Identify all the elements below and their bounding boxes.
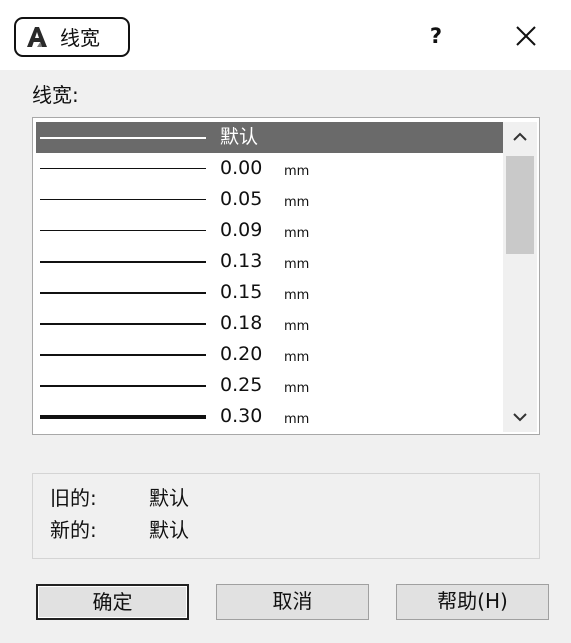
lineweight-item[interactable]: 0.15 mm (36, 277, 503, 308)
new-label: 新的: (50, 518, 97, 542)
lineweight-label: 线宽: (32, 83, 79, 107)
scroll-thumb[interactable] (506, 156, 534, 254)
lineweight-value: 0.05 (220, 188, 263, 210)
lineweight-unit: mm (284, 226, 310, 241)
lineweight-sample-line (40, 137, 206, 139)
lineweight-sample-line (40, 168, 206, 169)
lineweight-item[interactable]: 0.09 mm (36, 215, 503, 246)
lineweight-unit: mm (284, 350, 310, 365)
lineweight-sample-line (40, 323, 206, 325)
lineweight-value: 0.09 (220, 219, 263, 241)
new-value: 默认 (149, 518, 189, 542)
lineweight-item[interactable]: 0.25 mm (36, 370, 503, 401)
lineweight-unit: mm (284, 412, 310, 427)
old-label: 旧的: (50, 486, 97, 510)
lineweight-item[interactable]: 0.00 mm (36, 153, 503, 184)
lineweight-info-panel: 旧的: 默认 新的: 默认 (32, 473, 540, 559)
lineweight-value: 默认 (220, 126, 259, 148)
lineweight-item[interactable]: 0.05 mm (36, 184, 503, 215)
lineweight-unit: mm (284, 381, 310, 396)
vertical-scrollbar[interactable] (503, 122, 537, 432)
window-title: 线宽 (60, 26, 100, 50)
lineweight-item[interactable]: 0.18 mm (36, 308, 503, 339)
lineweight-value: 0.13 (220, 250, 263, 272)
lineweight-value: 0.15 (220, 281, 263, 303)
lineweight-value: 0.25 (220, 374, 263, 396)
lineweight-value: 0.18 (220, 312, 263, 334)
lineweight-item[interactable]: 0.30 mm (36, 401, 503, 432)
cancel-button[interactable]: 取消 (216, 584, 369, 620)
lineweight-value: 0.00 (220, 157, 263, 179)
lineweight-item[interactable]: 默认 (36, 122, 503, 153)
lineweight-sample-line (40, 230, 206, 231)
help-button[interactable]: 帮助(H) (396, 584, 549, 620)
autocad-a-icon (24, 24, 50, 50)
lineweight-sample-line (40, 292, 206, 294)
close-icon[interactable] (508, 18, 544, 54)
lineweight-sample-line (40, 261, 206, 263)
lineweight-sample-line (40, 354, 206, 356)
title-box: 线宽 (14, 17, 130, 57)
lineweight-sample-line (40, 199, 206, 200)
lineweight-item[interactable]: 0.20 mm (36, 339, 503, 370)
lineweight-value: 0.30 (220, 405, 263, 427)
lineweight-unit: mm (284, 319, 310, 334)
help-question-button[interactable]: ? (418, 20, 454, 52)
ok-button[interactable]: 确定 (36, 584, 189, 620)
lineweight-sample-line (40, 385, 206, 387)
lineweight-listbox[interactable]: 默认 0.00 mm 0.05 mm 0.09 mm 0.13 mm 0.15 mm 0.18 mm 0.… (32, 117, 540, 435)
scroll-down-arrow-icon[interactable] (503, 402, 537, 432)
lineweight-sample-line (40, 415, 206, 419)
lineweight-value: 0.20 (220, 343, 263, 365)
scroll-up-arrow-icon[interactable] (503, 122, 537, 152)
lineweight-unit: mm (284, 164, 310, 179)
lineweight-list[interactable]: 默认 0.00 mm 0.05 mm 0.09 mm 0.13 mm 0.15 mm 0.18 mm 0.… (36, 122, 503, 432)
lineweight-unit: mm (284, 288, 310, 303)
title-bar: 线宽 ? (0, 0, 571, 70)
lineweight-unit: mm (284, 195, 310, 210)
lineweight-unit: mm (284, 257, 310, 272)
lineweight-item[interactable]: 0.13 mm (36, 246, 503, 277)
old-value: 默认 (149, 486, 189, 510)
